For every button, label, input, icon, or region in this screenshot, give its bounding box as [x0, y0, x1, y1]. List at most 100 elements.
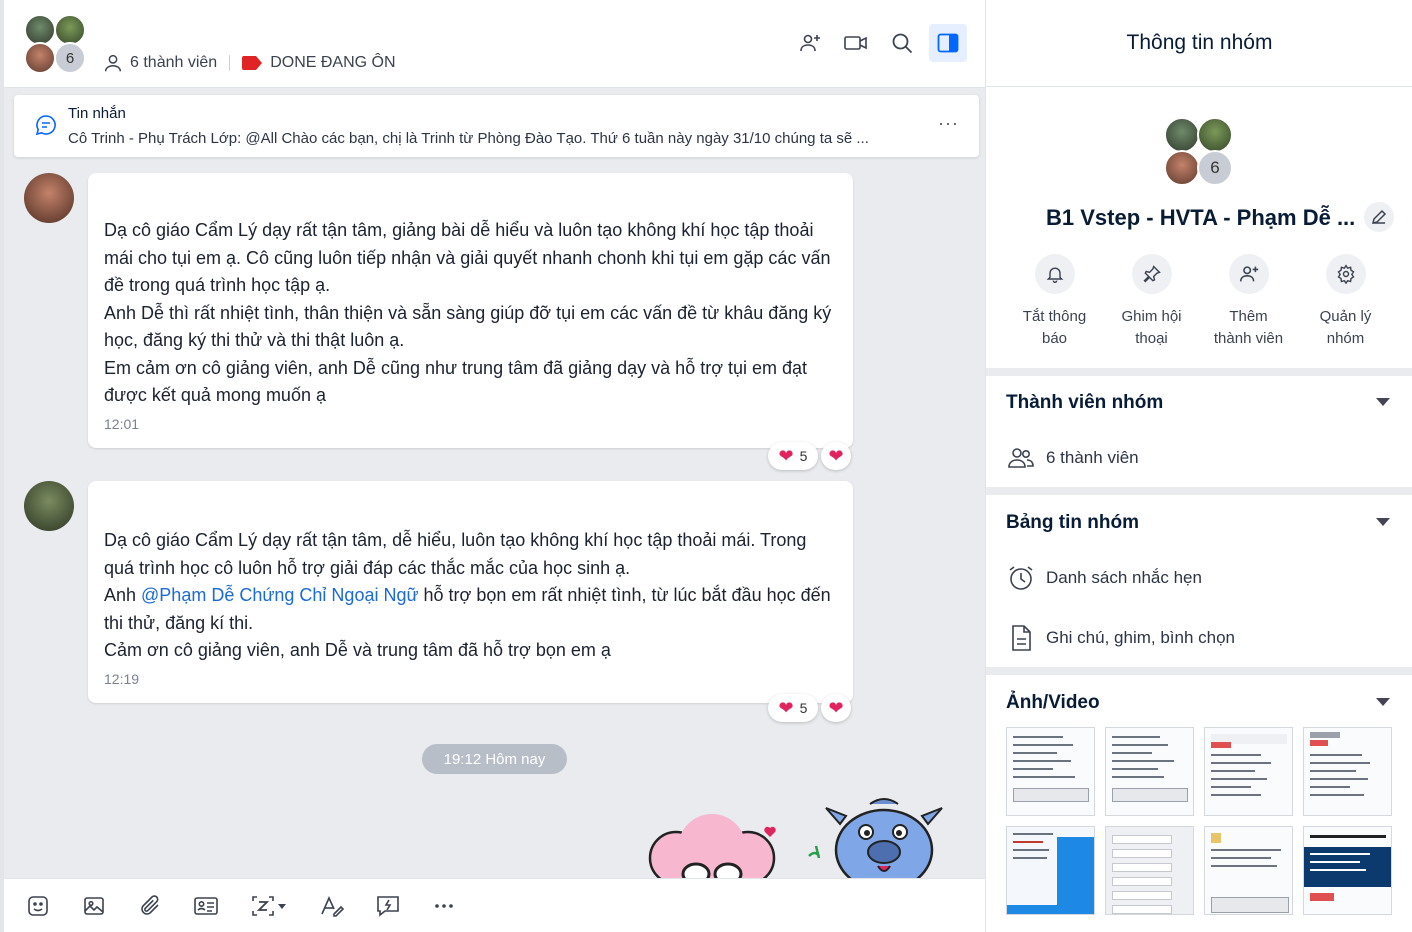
toggle-info-panel-button[interactable] — [929, 24, 967, 62]
video-call-button[interactable] — [837, 24, 875, 62]
message-text: Dạ cô giáo Cẩm Lý dạy rất tận tâm, giảng… — [104, 220, 831, 295]
pink-cloud-sticker — [648, 814, 776, 878]
toggle-info-panel-icon — [937, 33, 959, 53]
media-thumbnail[interactable] — [1105, 826, 1194, 915]
sticker-image[interactable] — [634, 796, 954, 878]
quick-message-icon — [377, 896, 399, 917]
more-button[interactable] — [426, 889, 462, 923]
contact-card-button[interactable] — [188, 889, 224, 923]
screenshot-button[interactable] — [244, 889, 294, 923]
member-avatar — [1164, 117, 1200, 153]
user-icon — [104, 54, 122, 72]
action-circle — [1228, 254, 1269, 294]
blue-pig-sticker — [808, 798, 943, 878]
react-button[interactable]: ❤ — [821, 442, 851, 470]
more-options-button[interactable]: ··· — [938, 113, 959, 134]
heart-icon: ❤ — [778, 697, 794, 718]
media-thumbnail[interactable] — [1006, 826, 1095, 915]
chat-pane: 6 6 thành viên DONE ĐANG ÔN Tin nhắn Cô … — [0, 0, 985, 932]
quick-actions: Tắt thông báo Ghim hội thoại Thêm thành … — [1006, 254, 1406, 350]
message-bubble[interactable]: Dạ cô giáo Cẩm Lý dạy rất tận tâm, dễ hi… — [88, 481, 853, 703]
add-member-button[interactable] — [791, 24, 829, 62]
member-avatar — [24, 42, 56, 74]
time-divider: 19:12 Hôm nay — [422, 744, 567, 774]
more-icon — [435, 904, 453, 908]
divider — [229, 55, 231, 71]
tag-label: DONE ĐANG ÔN — [270, 54, 396, 71]
image-button[interactable] — [76, 889, 112, 923]
tag-icon — [242, 56, 263, 70]
reminders-row[interactable]: Danh sách nhắc hẹn — [1006, 564, 1202, 592]
action-label: Ghim hội thoại — [1121, 308, 1182, 347]
attachment-button[interactable] — [132, 889, 168, 923]
mention-link[interactable]: @Phạm Dễ Chứng Chỉ Ngoại Ngữ — [141, 585, 419, 605]
edit-name-button[interactable] — [1364, 202, 1394, 232]
pin-conversation-action[interactable]: Ghim hội thoại — [1103, 254, 1200, 350]
sender-avatar[interactable] — [24, 173, 74, 223]
chevron-down-icon[interactable] — [1376, 518, 1390, 526]
media-thumbnail[interactable] — [1303, 727, 1392, 816]
add-member-action[interactable]: Thêm thành viên — [1200, 254, 1297, 350]
document-icon — [1006, 624, 1036, 652]
member-count[interactable]: 6 thành viên — [102, 52, 217, 74]
pin-icon — [1142, 265, 1161, 283]
text-fragment: Anh — [104, 585, 142, 605]
reaction-summary[interactable]: ❤ 5 — [768, 694, 818, 722]
message-text: Cảm ơn cô giảng viên, anh Dễ và trung tâ… — [104, 640, 611, 660]
media-thumbnail[interactable] — [1105, 727, 1194, 816]
chevron-down-icon[interactable] — [1376, 698, 1390, 706]
reaction-count: 5 — [799, 700, 808, 716]
action-label: Quản lý nhóm — [1319, 308, 1372, 347]
media-thumbnail[interactable] — [1006, 727, 1095, 816]
action-label: Tắt thông báo — [1022, 308, 1087, 347]
section-title-media[interactable]: Ảnh/Video — [1006, 692, 1100, 714]
media-thumbnail[interactable] — [1303, 826, 1392, 915]
manage-group-action[interactable]: Quản lý nhóm — [1297, 254, 1394, 350]
media-thumbnail[interactable] — [1204, 826, 1293, 915]
reaction-summary[interactable]: ❤ 5 — [768, 442, 818, 470]
members-icon — [1006, 445, 1036, 471]
section-title-board[interactable]: Bảng tin nhóm — [1006, 512, 1139, 534]
member-avatar — [1164, 150, 1200, 186]
video-call-icon — [844, 36, 867, 50]
heart-icon: ❤ — [778, 445, 794, 466]
quick-message-button[interactable] — [370, 889, 406, 923]
message-text: Anh @Phạm Dễ Chứng Chỉ Ngoại Ngữ hỗ trợ … — [104, 582, 837, 637]
pinned-text: Cô Trinh - Phụ Trách Lớp: @All Chào các … — [68, 130, 869, 147]
message-text: Anh Dễ thì rất nhiệt tình, thân thiện và… — [104, 302, 832, 351]
members-row[interactable]: 6 thành viên — [1006, 445, 1139, 471]
heart-icon: ❤ — [828, 445, 844, 466]
label-tag[interactable]: DONE ĐANG ÔN — [242, 54, 396, 72]
reaction-count: 5 — [799, 448, 808, 464]
chevron-down-icon — [278, 904, 286, 909]
sender-avatar[interactable] — [24, 481, 74, 531]
add-member-icon — [800, 34, 820, 52]
pinned-title: Tin nhắn — [68, 105, 126, 122]
format-text-button[interactable] — [314, 889, 350, 923]
image-icon — [84, 897, 104, 915]
members-row-label: 6 thành viên — [1046, 448, 1139, 467]
mute-notifications-action[interactable]: Tắt thông báo — [1006, 254, 1103, 350]
add-member-icon — [1239, 266, 1258, 282]
group-avatar[interactable]: 6 — [1164, 117, 1236, 189]
bell-icon — [1046, 267, 1063, 283]
member-avatar — [1197, 117, 1233, 153]
message-bubble[interactable]: Dạ cô giáo Cẩm Lý dạy rất tận tâm, giảng… — [88, 173, 853, 448]
sticker-icon — [28, 896, 48, 916]
section-divider — [986, 368, 1412, 376]
message-time: 12:19 — [104, 670, 140, 687]
react-button[interactable]: ❤ — [821, 694, 851, 722]
message-text: Em cảm ơn cô giảng viên, anh Dễ cũng như… — [104, 357, 808, 406]
chevron-down-icon[interactable] — [1376, 398, 1390, 406]
chat-bubble-icon — [35, 115, 56, 136]
group-avatar[interactable]: 6 — [24, 14, 88, 76]
notes-pins-polls-row[interactable]: Ghi chú, ghim, bình chọn — [1006, 624, 1235, 652]
search-button[interactable] — [883, 24, 921, 62]
format-text-icon — [321, 896, 345, 917]
sticker-button[interactable] — [20, 889, 56, 923]
section-title-members[interactable]: Thành viên nhóm — [1006, 392, 1163, 414]
section-divider — [986, 667, 1412, 675]
reminders-label: Danh sách nhắc hẹn — [1046, 568, 1202, 587]
media-thumbnail[interactable] — [1204, 727, 1293, 816]
pinned-message-banner[interactable]: Tin nhắn Cô Trinh - Phụ Trách Lớp: @All … — [14, 95, 979, 157]
